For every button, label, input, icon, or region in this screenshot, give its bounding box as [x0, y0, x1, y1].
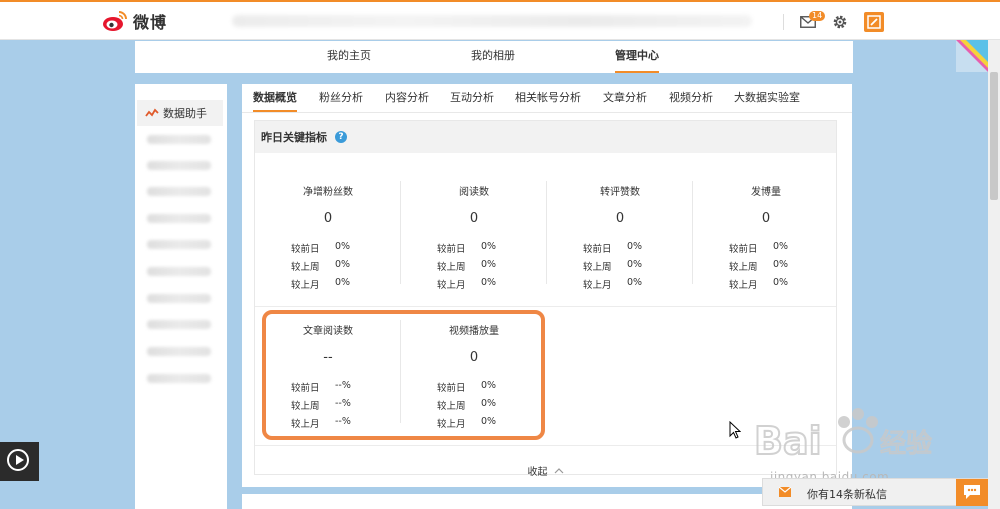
compare-value: 0%	[773, 277, 789, 288]
metric-value: 0	[761, 211, 771, 226]
pencil-icon	[867, 15, 881, 29]
video-play-button[interactable]	[0, 442, 39, 481]
nav-my-homepage[interactable]: 我的主页	[327, 41, 371, 73]
analysis-tabs: 数据概览 粉丝分析 内容分析 互动分析 相关帐号分析 文章分析 视频分析 大数据…	[242, 84, 852, 113]
compare-label: 较前日	[583, 244, 612, 255]
metric-value: 0	[615, 211, 625, 226]
tab-related-account-analysis[interactable]: 相关帐号分析	[515, 84, 581, 112]
collapse-label: 收起	[527, 467, 548, 478]
compare-label: 较上周	[583, 262, 612, 273]
logo-text: 微博	[133, 13, 168, 32]
compare-value: 0%	[627, 277, 643, 288]
chat-icon	[964, 485, 980, 499]
row-divider	[255, 306, 836, 307]
metric-value: 0	[323, 211, 333, 226]
tab-content-analysis[interactable]: 内容分析	[385, 84, 429, 112]
help-icon[interactable]: ?	[335, 131, 347, 143]
sidebar-item-blurred[interactable]	[147, 135, 211, 144]
sidebar-heading: 数据助手	[163, 107, 207, 120]
chat-button[interactable]	[956, 479, 988, 506]
next-panel	[242, 494, 852, 509]
panel-title: 昨日关键指标	[261, 131, 327, 144]
compare-value: 0%	[335, 277, 351, 288]
sidebar-item-blurred[interactable]	[147, 294, 211, 303]
compare-value: 0%	[773, 259, 789, 270]
highlight-annotation	[262, 310, 545, 440]
sidebar-item-blurred[interactable]	[147, 187, 211, 196]
chevron-up-icon	[554, 467, 563, 473]
sidebar-item-blurred[interactable]	[147, 161, 211, 170]
compose-button[interactable]	[864, 12, 884, 32]
mail-count-badge: 14	[809, 11, 826, 21]
compare-label: 较上周	[291, 262, 320, 273]
compare-value: 0%	[481, 277, 497, 288]
top-bar: 微博 14	[0, 0, 1000, 40]
trend-icon	[145, 108, 159, 117]
compare-label: 较上月	[291, 280, 320, 291]
compare-label: 较前日	[437, 244, 466, 255]
sidebar-item-blurred[interactable]	[147, 240, 211, 249]
compare-value: 0%	[481, 259, 497, 270]
compare-value: 0%	[773, 241, 789, 252]
corner-fold-icon	[956, 40, 988, 72]
tab-big-data-lab[interactable]: 大数据实验室	[734, 84, 800, 112]
compare-label: 较前日	[729, 244, 758, 255]
compare-value: 0%	[335, 259, 351, 270]
nav-my-album[interactable]: 我的相册	[471, 41, 515, 73]
tab-interaction-analysis[interactable]: 互动分析	[450, 84, 494, 112]
compare-value: 0%	[335, 241, 351, 252]
tab-article-analysis[interactable]: 文章分析	[603, 84, 647, 112]
sidebar-item-blurred[interactable]	[147, 267, 211, 276]
tab-video-analysis[interactable]: 视频分析	[669, 84, 713, 112]
compare-value: 0%	[627, 241, 643, 252]
profile-nav: 我的主页 我的相册 管理中心	[135, 41, 853, 73]
compare-label: 较上周	[729, 262, 758, 273]
compare-value: 0%	[481, 241, 497, 252]
private-message-bar[interactable]: 你有14条新私信	[762, 478, 988, 506]
metric-name: 阅读数	[459, 187, 489, 198]
compare-label: 较上月	[583, 280, 612, 291]
sidebar-item-blurred[interactable]	[147, 214, 211, 223]
svg-text:Bai: Bai	[754, 419, 822, 463]
metric-value: 0	[469, 211, 479, 226]
panel-header: 昨日关键指标 ?	[255, 121, 836, 153]
sidebar: 数据助手	[135, 84, 227, 509]
scrollbar-thumb[interactable]	[990, 72, 998, 200]
envelope-icon	[779, 487, 791, 497]
compare-label: 较前日	[291, 244, 320, 255]
compare-label: 较上月	[729, 280, 758, 291]
divider	[783, 14, 784, 30]
mouse-cursor-icon	[729, 421, 741, 439]
weibo-logo[interactable]: 微博	[102, 8, 167, 34]
sidebar-item-blurred[interactable]	[147, 320, 211, 329]
compare-value: 0%	[627, 259, 643, 270]
play-icon	[7, 449, 29, 471]
sidebar-item-blurred[interactable]	[147, 347, 211, 356]
compare-label: 较上月	[437, 280, 466, 291]
tab-fan-analysis[interactable]: 粉丝分析	[319, 84, 363, 112]
compare-label: 较上周	[437, 262, 466, 273]
nav-management-center[interactable]: 管理中心	[615, 41, 659, 73]
metric-name: 净增粉丝数	[303, 187, 353, 198]
weibo-eye-icon	[103, 11, 127, 31]
sidebar-item-data-assistant[interactable]: 数据助手	[137, 100, 223, 126]
private-message-text: 你有14条新私信	[807, 488, 887, 501]
metric-name: 转评赞数	[600, 187, 640, 198]
sidebar-item-blurred[interactable]	[147, 374, 211, 383]
svg-text:经验: 经验	[880, 429, 932, 459]
metric-name: 发博量	[751, 187, 781, 198]
tab-data-overview[interactable]: 数据概览	[253, 84, 297, 112]
gear-icon[interactable]	[832, 14, 848, 30]
blurred-search-area	[232, 15, 752, 27]
